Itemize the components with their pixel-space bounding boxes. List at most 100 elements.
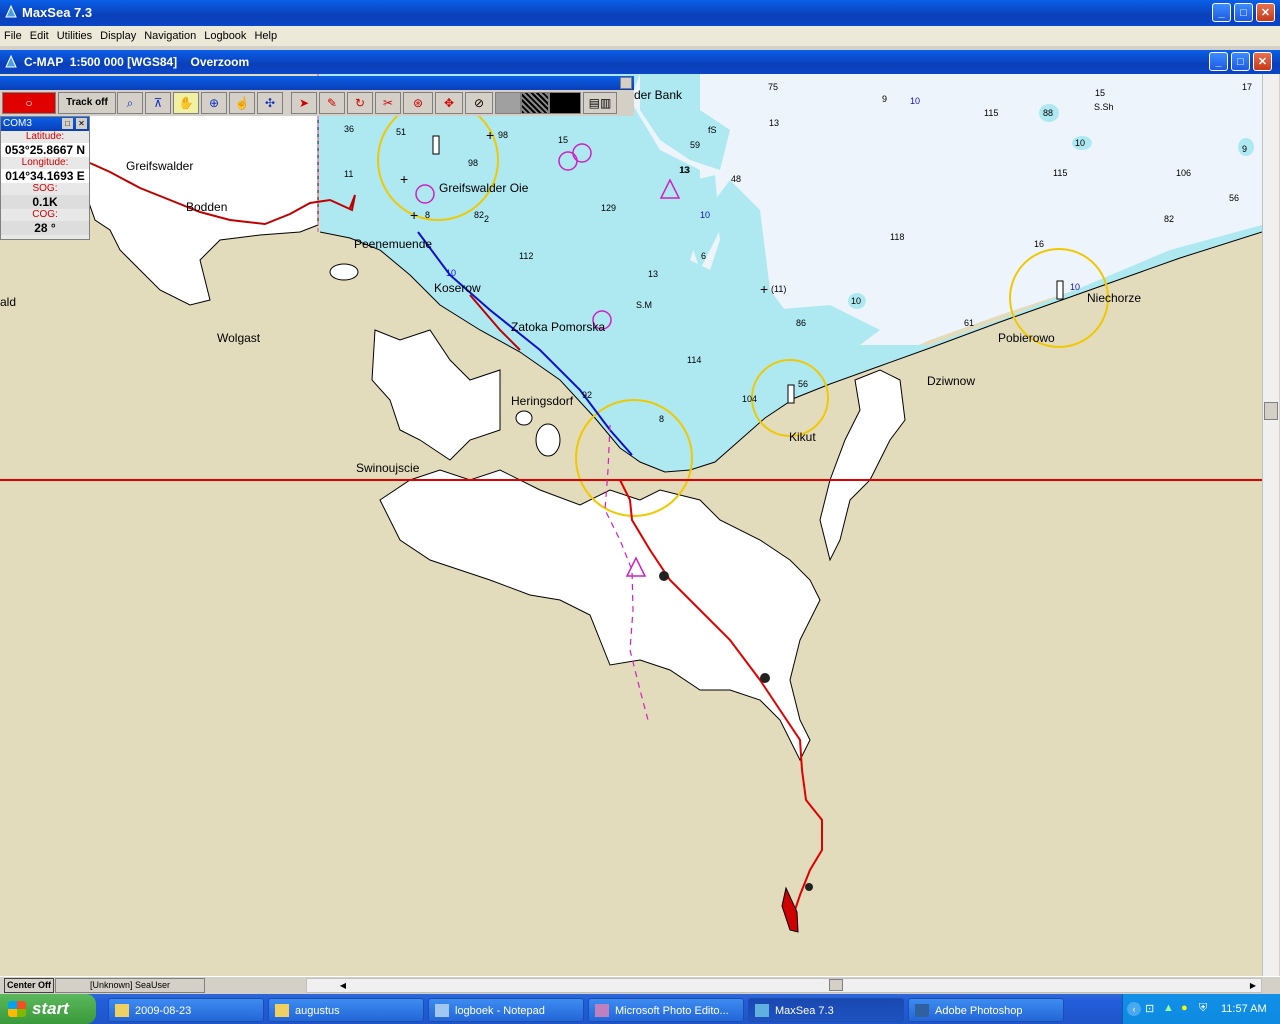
- depth-sounding: 9: [1242, 144, 1247, 154]
- depth-sounding: 13: [648, 269, 658, 279]
- wreck-marker: [760, 673, 770, 683]
- tray-expand-icon[interactable]: ‹: [1127, 1002, 1141, 1016]
- chart-close-button[interactable]: ✕: [1253, 52, 1272, 71]
- pattern-swatch[interactable]: [521, 92, 549, 114]
- app-title: MaxSea 7.3: [22, 5, 93, 20]
- move-icon[interactable]: ✥: [435, 92, 463, 114]
- layout-icon[interactable]: ▤▥: [583, 92, 617, 114]
- depth-sounding: 115: [1053, 168, 1067, 178]
- depth-sounding: 129: [601, 203, 616, 213]
- chart-map[interactable]: + + + + Greifswalder Bodden Greifswalder…: [0, 74, 1262, 976]
- menu-edit[interactable]: Edit: [26, 26, 53, 46]
- cog-label: COG:: [32, 209, 58, 220]
- sog-label: SOG:: [32, 183, 58, 194]
- menu-bar: File Edit Utilities Display Navigation Logboo…: [0, 26, 1280, 46]
- com-panel-close-button[interactable]: ✕: [76, 118, 87, 129]
- wifi-icon[interactable]: ▲: [1163, 1002, 1177, 1016]
- circle-icon[interactable]: ⊘: [465, 92, 493, 114]
- messenger-icon[interactable]: ●: [1181, 1002, 1195, 1016]
- app-icon: [4, 4, 18, 19]
- longitude-value: 014°34.1693 E: [1, 169, 89, 183]
- status-bar: Center Off [Unknown] SeaUser ◀ ▶: [0, 976, 1280, 993]
- record-button[interactable]: ○: [2, 92, 56, 114]
- depth-sounding: 59: [690, 140, 700, 150]
- crosshair-icon[interactable]: ⊕: [201, 92, 227, 114]
- target-icon[interactable]: ⊛: [403, 92, 433, 114]
- depth-sounding: 104: [742, 394, 757, 404]
- security-icon[interactable]: ⛨: [1199, 1002, 1213, 1016]
- label-dziwnow: Dziwnow: [927, 374, 975, 388]
- route-icon[interactable]: ✣: [257, 92, 283, 114]
- scrollbar-thumb[interactable]: [1264, 402, 1278, 420]
- start-button[interactable]: start: [0, 994, 96, 1024]
- position-cross: +: [486, 127, 494, 143]
- latitude-label: Latitude:: [25, 131, 65, 142]
- horizontal-scrollbar[interactable]: ◀ ▶: [306, 978, 1262, 993]
- label-ald: ald: [0, 295, 16, 309]
- sog-value: 0.1K: [1, 195, 89, 209]
- color-swatch[interactable]: [495, 92, 521, 114]
- menu-navigation[interactable]: Navigation: [140, 26, 200, 46]
- menu-help[interactable]: Help: [250, 26, 281, 46]
- depth-sounding: 48: [731, 174, 741, 184]
- scroll-right-arrow[interactable]: ▶: [1247, 979, 1259, 992]
- menu-logbook[interactable]: Logbook: [200, 26, 250, 46]
- toolbar-titlebar[interactable]: [0, 76, 634, 90]
- pan-icon[interactable]: ☝: [229, 92, 255, 114]
- chart-minimize-button[interactable]: _: [1209, 52, 1228, 71]
- network-icon[interactable]: ⊡: [1145, 1002, 1159, 1016]
- taskbar-item-notepad[interactable]: logboek - Notepad: [428, 998, 584, 1022]
- task-label: Adobe Photoshop: [935, 1005, 1023, 1017]
- scroll-left-arrow[interactable]: ◀: [337, 979, 349, 992]
- label-greifswalder-oie: Greifswalder Oie: [439, 181, 529, 195]
- depth-sounding: 11: [344, 169, 353, 179]
- com-panel-restore-button[interactable]: □: [62, 118, 73, 129]
- chart-maximize-button[interactable]: □: [1231, 52, 1250, 71]
- taskbar-item-photo-editor[interactable]: Microsoft Photo Edito...: [588, 998, 744, 1022]
- hand-icon[interactable]: ✋: [173, 92, 199, 114]
- black-swatch[interactable]: [549, 92, 581, 114]
- taskbar-item-photoshop[interactable]: Adobe Photoshop: [908, 998, 1064, 1022]
- taskbar-item-folder-augustus[interactable]: augustus: [268, 998, 424, 1022]
- track-off-button[interactable]: Track off: [58, 92, 116, 114]
- vertical-scrollbar[interactable]: [1262, 74, 1279, 976]
- com-port: COM3: [3, 118, 32, 129]
- label-bodden: Bodden: [186, 200, 227, 214]
- depth-sounding: 8: [425, 210, 430, 220]
- task-label: augustus: [295, 1005, 340, 1017]
- maximize-button[interactable]: □: [1234, 3, 1253, 22]
- com-panel: COM3 □ ✕ Latitude: 053°25.8667 N Longitu…: [0, 116, 90, 240]
- lake-dziwna: [819, 369, 906, 562]
- notepad-icon: [435, 1004, 449, 1017]
- cursor-icon[interactable]: ➤: [291, 92, 317, 114]
- horizontal-scrollbar-thumb[interactable]: [829, 979, 843, 991]
- label-heringsdorf: Heringsdorf: [511, 394, 574, 408]
- toolbar-close-button[interactable]: [620, 77, 632, 89]
- depth-sounding: 118: [890, 232, 904, 242]
- center-off-button[interactable]: Center Off: [4, 978, 54, 993]
- minimize-button[interactable]: _: [1212, 3, 1231, 22]
- chart-window-title-bar: C-MAP 1:500 000 [WGS84] Overzoom _ □ ✕: [0, 50, 1280, 74]
- small-lake: [515, 410, 533, 426]
- rotate-icon[interactable]: ↻: [347, 92, 373, 114]
- cog-value: 28 °: [1, 221, 89, 235]
- compass-icon[interactable]: ⊼: [145, 92, 171, 114]
- menu-utilities[interactable]: Utilities: [53, 26, 96, 46]
- depth-sounding: 13: [679, 165, 689, 175]
- scissors-icon[interactable]: ✂: [375, 92, 401, 114]
- depth-sounding: 92: [582, 390, 592, 400]
- taskbar-item-folder-2009-08-23[interactable]: 2009-08-23: [108, 998, 264, 1022]
- pencil-icon[interactable]: ✎: [319, 92, 345, 114]
- zoom-icon[interactable]: ⌕: [117, 92, 143, 114]
- depth-sounding: 56: [798, 379, 808, 389]
- menu-file[interactable]: File: [0, 26, 26, 46]
- folder-icon: [115, 1004, 129, 1017]
- taskbar-item-maxsea[interactable]: MaxSea 7.3: [748, 998, 904, 1022]
- close-button[interactable]: ✕: [1256, 3, 1275, 22]
- chart-canvas[interactable]: + + + + Greifswalder Bodden Greifswalder…: [0, 74, 1262, 976]
- depth-sounding: 13: [769, 118, 779, 128]
- depth-sounding: 51: [396, 127, 406, 137]
- com-panel-titlebar[interactable]: COM3 □ ✕: [1, 117, 89, 131]
- depth-sounding: 15: [1095, 88, 1105, 98]
- menu-display[interactable]: Display: [96, 26, 140, 46]
